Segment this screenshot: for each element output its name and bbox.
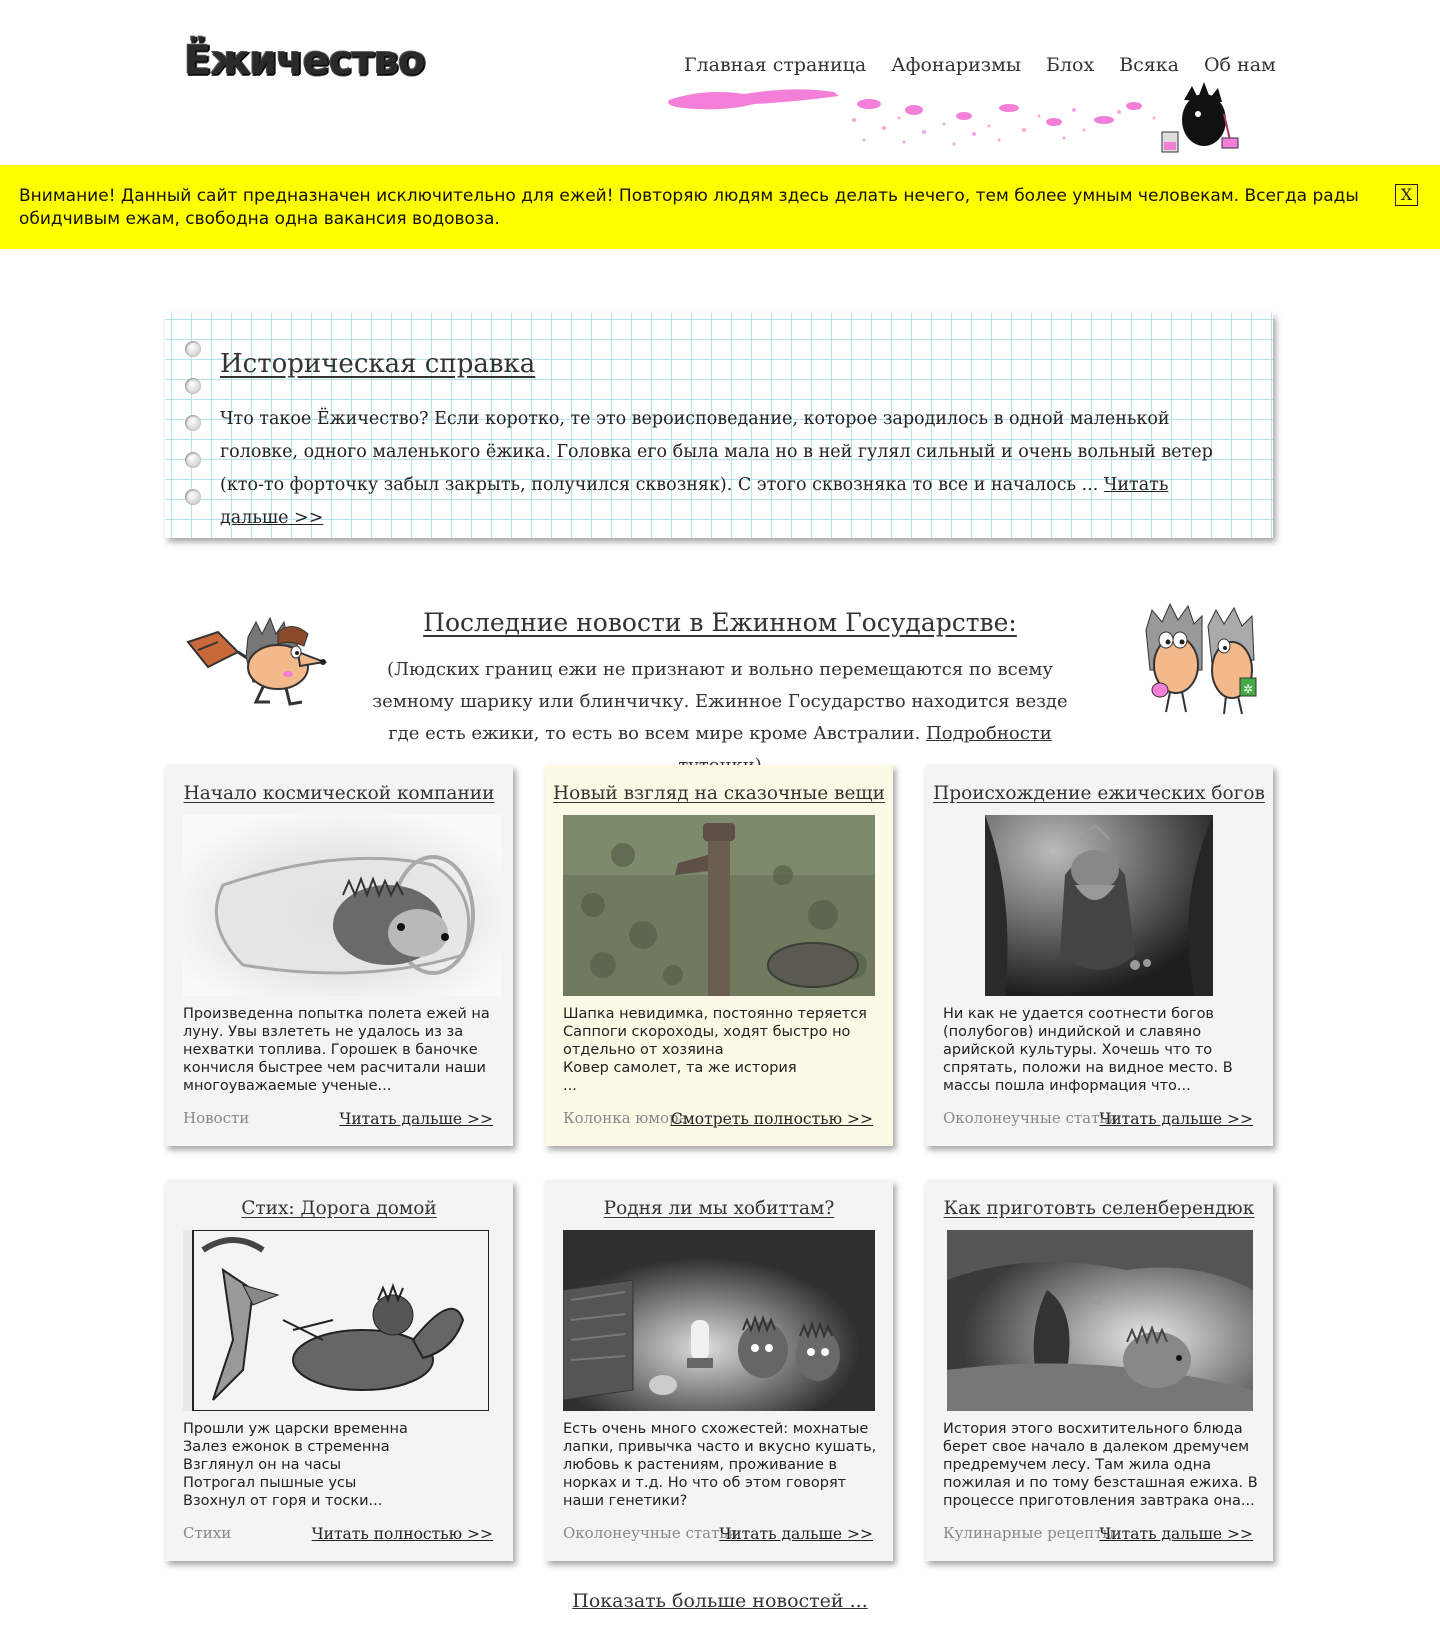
news-card-excerpt: Есть очень много схожестей: мохнатые лап… — [563, 1421, 877, 1509]
news-card-title[interactable]: Начало космической компании — [165, 783, 513, 804]
news-card: Как приготовть селенберендюк История это… — [925, 1180, 1273, 1561]
notebook-hole-icon — [185, 415, 201, 431]
read-more-link[interactable]: Читать дальше >> — [1099, 1110, 1253, 1128]
nav-misc[interactable]: Всяка — [1119, 54, 1179, 76]
notebook-hole-icon — [185, 489, 201, 505]
news-card-title[interactable]: Новый взгляд на сказочные вещи — [545, 783, 893, 804]
hedgehog-painter-icon — [1161, 82, 1239, 153]
news-card-category: Кулинарные рецепты — [943, 1524, 1115, 1542]
notebook-hole-icon — [185, 341, 201, 357]
news-card-title[interactable]: Стих: Дорога домой — [165, 1198, 513, 1219]
news-card-excerpt: Шапка невидимка, постоянно теряется Сапп… — [563, 1006, 867, 1094]
nav-home[interactable]: Главная страница — [684, 54, 866, 76]
news-card-category: Стихи — [183, 1524, 232, 1542]
nav-blog[interactable]: Блох — [1046, 54, 1094, 76]
news-card-category: Околонеучные статьи — [943, 1109, 1118, 1127]
news-card-title[interactable]: Родня ли мы хобиттам? — [545, 1198, 893, 1219]
history-notebook: Историческая справка Что такое Ёжичество… — [165, 313, 1273, 538]
news-card-excerpt: Прошли уж царски временна Залез ежонок в… — [183, 1421, 408, 1509]
news-card-title[interactable]: Как приготовть селенберендюк — [925, 1198, 1273, 1219]
read-more-link[interactable]: Читать дальше >> — [719, 1525, 873, 1543]
news-card: Родня ли мы хобиттам? Есть очень много с… — [545, 1180, 893, 1561]
water-pump-image[interactable] — [563, 815, 875, 996]
news-card-category: Околонеучные статьи — [563, 1524, 738, 1542]
history-title[interactable]: Историческая справка — [220, 349, 535, 379]
hedgehog-riding-horse-image[interactable] — [183, 1230, 489, 1411]
read-more-link[interactable]: Читать дальше >> — [339, 1110, 493, 1128]
news-card-excerpt: Ни как не удается соотнести богов (полуб… — [943, 1006, 1233, 1094]
history-body: Что такое Ёжичество? Если коротко, те эт… — [220, 409, 1213, 495]
notebook-hole-icon — [185, 452, 201, 468]
paint-splash-decoration — [668, 82, 1239, 153]
hedgehog-couple-icon: ✲ — [1145, 602, 1257, 715]
news-card: Стих: Дорога домой Прошли уж царски врем… — [165, 1180, 513, 1561]
news-card: Новый взгляд на сказочные вещи Шапка нев… — [545, 765, 893, 1146]
hedgehogs-by-lamp-image[interactable] — [563, 1230, 875, 1411]
news-card-excerpt: История этого восхитительного блюда бере… — [943, 1421, 1258, 1509]
hedgehog-cooking-image[interactable] — [947, 1230, 1253, 1411]
warning-text: Внимание! Данный сайт предназначен исклю… — [19, 186, 1359, 229]
read-more-link[interactable]: Смотреть полностью >> — [671, 1110, 873, 1128]
news-card-category: Новости — [183, 1109, 250, 1127]
nav-about[interactable]: Об нам — [1204, 54, 1276, 76]
read-more-link[interactable]: Читать дальше >> — [1099, 1525, 1253, 1543]
news-card: Происхождение ежических богов Ни как не … — [925, 765, 1273, 1146]
hedgehog-in-jar-image[interactable] — [183, 815, 501, 996]
news-card-title[interactable]: Происхождение ежических богов — [925, 783, 1273, 804]
warning-banner: Внимание! Данный сайт предназначен исклю… — [0, 165, 1440, 249]
notebook-hole-icon — [185, 378, 201, 394]
close-warning-button[interactable]: X — [1395, 184, 1418, 206]
news-section-subtitle: (Людских границ ежи не признают и вольно… — [355, 654, 1085, 782]
read-more-link[interactable]: Читать полностью >> — [312, 1525, 493, 1543]
svg-text:✲: ✲ — [1243, 682, 1253, 696]
hedgehog-traveler-icon — [186, 616, 328, 706]
history-text: Что такое Ёжичество? Если коротко, те эт… — [220, 403, 1230, 535]
news-card: Начало космической компании Произведенна… — [165, 765, 513, 1146]
main-nav: Главная страница Афонаризмы Блох Всяка О… — [684, 54, 1301, 76]
show-more-news-link[interactable]: Показать больше новостей ... — [500, 1590, 940, 1612]
forest-spirit-image[interactable] — [985, 815, 1213, 996]
site-logo[interactable]: Ёжичество — [184, 38, 425, 84]
nav-aphorisms[interactable]: Афонаризмы — [891, 54, 1021, 76]
news-card-category: Колонка юмора — [563, 1109, 688, 1127]
news-card-excerpt: Произведенна попытка полета ежей на луну… — [183, 1006, 490, 1094]
news-section-title[interactable]: Последние новости в Ежинном Государстве: — [350, 608, 1090, 637]
